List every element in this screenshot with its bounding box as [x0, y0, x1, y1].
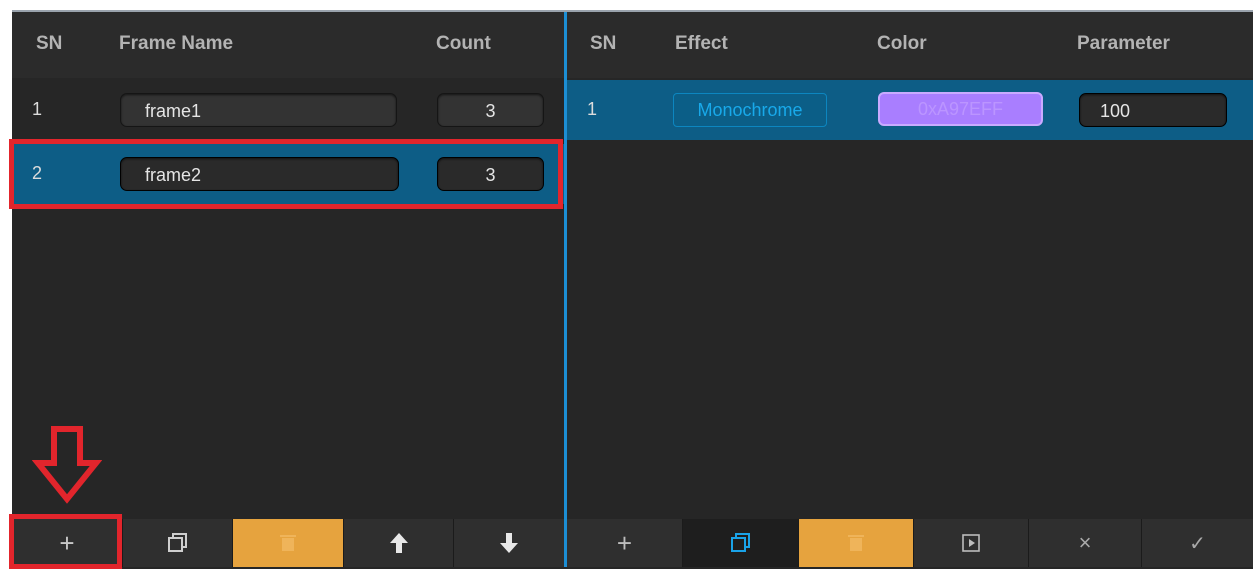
frame-name-field[interactable]: frame1: [120, 93, 397, 127]
header-sn: SN: [36, 33, 63, 54]
effect-type-select[interactable]: Monochrome: [673, 93, 827, 127]
copy-effect-button[interactable]: [682, 519, 798, 567]
header-count: Count: [436, 33, 491, 54]
effect-row-sn: 1: [587, 99, 598, 119]
header-frame-name: Frame Name: [119, 33, 234, 54]
confirm-button[interactable]: ✓: [1141, 519, 1253, 567]
effect-table-header: SN Effect Color Parameter: [567, 12, 1253, 78]
effect-list-panel: SN Effect Color Parameter 1 Monochrome 0…: [567, 12, 1253, 567]
effect-row-1[interactable]: 1 Monochrome 0xA97EFF 100: [567, 80, 1253, 140]
frame-row-1[interactable]: 1 frame1 3: [12, 80, 564, 140]
copy-icon: [730, 533, 750, 552]
copy-frame-button[interactable]: [122, 519, 232, 567]
move-up-button[interactable]: [343, 519, 453, 567]
header-color: Color: [877, 33, 927, 54]
effect-parameter-field[interactable]: 100: [1079, 93, 1227, 127]
frame-table-header: SN Frame Name Count: [12, 12, 564, 78]
effect-color-swatch[interactable]: 0xA97EFF: [878, 92, 1043, 126]
delete-effect-button[interactable]: [798, 519, 913, 567]
delete-icon: [280, 535, 296, 551]
move-down-button[interactable]: [453, 519, 564, 567]
frame-count-field[interactable]: 3: [437, 93, 544, 127]
arrow-up-icon: [389, 533, 408, 553]
down-arrow-icon: [32, 426, 102, 504]
preview-effect-button[interactable]: [913, 519, 1028, 567]
add-button-highlight: [9, 514, 122, 569]
preview-icon: [962, 534, 980, 552]
header-parameter: Parameter: [1077, 33, 1170, 54]
add-effect-button[interactable]: +: [567, 519, 682, 567]
check-icon: ✓: [1189, 532, 1206, 555]
delete-icon: [848, 535, 864, 551]
frame-row-sn: 1: [32, 99, 43, 119]
selected-row-highlight: [9, 139, 563, 209]
effect-toolbar: + × ✓: [567, 519, 1253, 567]
delete-frame-button[interactable]: [232, 519, 343, 567]
frame-effect-editor: SN Frame Name Count 1 frame1 3 2 frame2 …: [9, 10, 1253, 569]
plus-icon: +: [616, 527, 633, 558]
copy-icon: [167, 533, 187, 552]
header-sn: SN: [590, 33, 617, 54]
cancel-button[interactable]: ×: [1028, 519, 1141, 567]
arrow-down-icon: [500, 533, 518, 553]
header-effect: Effect: [675, 33, 728, 54]
close-icon: ×: [1078, 530, 1092, 555]
